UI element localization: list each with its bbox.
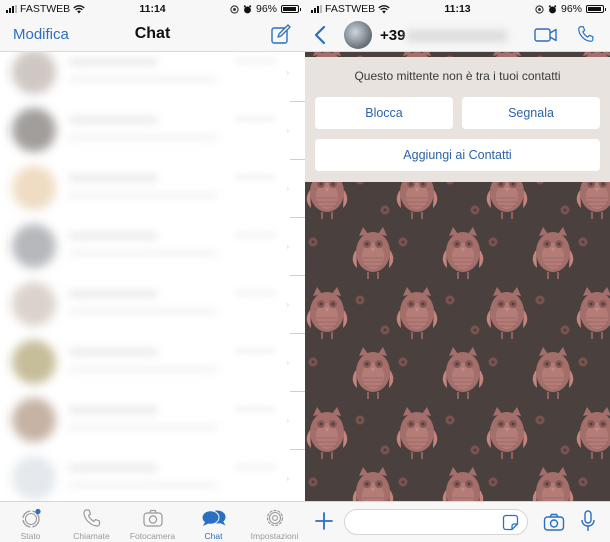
settings-gear-icon — [266, 509, 283, 527]
chat-list-screen: FASTWEB 11:14 96% Modifica Chat › › › › › › › ›… — [0, 0, 305, 542]
chevron-right-icon: › — [286, 242, 289, 251]
redacted-number — [407, 30, 507, 42]
chat-preview-redacted — [68, 192, 218, 199]
chat-list-item[interactable]: › — [0, 218, 305, 276]
chat-time-redacted — [235, 58, 275, 64]
avatar — [12, 340, 56, 384]
status-icon — [21, 508, 41, 528]
camera-icon[interactable] — [543, 512, 565, 532]
add-to-contacts-button[interactable]: Aggiungi ai Contatti — [315, 139, 600, 171]
tab-impostazioni[interactable]: Impostazioni — [244, 502, 305, 542]
chat-list-item[interactable]: › — [0, 392, 305, 450]
avatar — [12, 108, 56, 152]
chat-time-redacted — [235, 290, 275, 296]
chat-time-redacted — [235, 174, 275, 180]
chat-name-redacted — [68, 116, 158, 124]
chat-bubbles-icon — [201, 510, 225, 526]
battery-icon — [281, 5, 301, 13]
chat-preview-redacted — [68, 134, 218, 141]
chat-preview-redacted — [68, 482, 218, 489]
video-call-icon[interactable] — [534, 26, 558, 44]
conversation-header: +39 — [305, 18, 610, 52]
battery-icon — [586, 5, 606, 13]
chevron-right-icon: › — [286, 300, 289, 309]
chat-time-redacted — [235, 348, 275, 354]
chevron-right-icon: › — [286, 184, 289, 193]
chevron-right-icon: › — [286, 126, 289, 135]
status-bar: FASTWEB 11:13 96% — [305, 0, 610, 18]
chevron-right-icon: › — [286, 358, 289, 367]
conversation-screen: FASTWEB 11:13 96% +39 Questo mittente no… — [305, 0, 610, 542]
chat-time-redacted — [235, 116, 275, 122]
tab-label: Impostazioni — [250, 531, 299, 541]
message-input-container — [344, 509, 528, 535]
message-input[interactable] — [355, 510, 505, 534]
sticker-icon[interactable] — [502, 514, 519, 531]
status-bar: FASTWEB 11:14 96% — [0, 0, 305, 18]
chat-list-item[interactable]: › — [0, 334, 305, 392]
chat-name-redacted — [68, 232, 158, 240]
message-composer — [305, 501, 610, 542]
chat-list-item[interactable]: › — [0, 160, 305, 218]
battery-percent: 96% — [255, 3, 277, 15]
chat-preview-redacted — [68, 308, 218, 315]
orientation-lock-icon — [535, 4, 544, 14]
chat-list-item[interactable]: › — [0, 102, 305, 160]
tab-label: Stato — [20, 531, 41, 541]
edit-button[interactable]: Modifica — [13, 26, 69, 43]
chat-name-redacted — [68, 406, 158, 414]
chat-list: › › › › › › › › — [0, 52, 305, 501]
chat-name-redacted — [68, 348, 158, 356]
avatar — [12, 282, 56, 326]
chat-time-redacted — [235, 406, 275, 412]
back-chevron-icon[interactable] — [313, 24, 327, 46]
navigation-bar: Modifica Chat — [0, 18, 305, 52]
alarm-icon — [548, 4, 557, 13]
chevron-right-icon: › — [286, 68, 289, 77]
tab-fotocamera[interactable]: Fotocamera — [122, 502, 183, 542]
chat-time-redacted — [235, 232, 275, 238]
unknown-sender-banner: Questo mittente non è tra i tuoi contatt… — [305, 57, 610, 182]
chat-name-redacted — [68, 174, 158, 182]
chat-preview-redacted — [68, 424, 218, 431]
chat-list-item[interactable]: › — [0, 52, 305, 102]
chevron-right-icon: › — [286, 474, 289, 483]
chat-preview-redacted — [68, 76, 218, 83]
avatar — [12, 166, 56, 210]
chat-time-redacted — [235, 464, 275, 470]
phone-icon[interactable] — [576, 24, 596, 44]
chat-preview-redacted — [68, 366, 218, 373]
microphone-icon[interactable] — [580, 510, 596, 532]
tab-label: Chat — [204, 531, 223, 541]
tab-label: Chiamate — [73, 531, 110, 541]
report-button[interactable]: Segnala — [462, 97, 600, 129]
avatar — [12, 52, 56, 94]
chat-name-redacted — [68, 290, 158, 298]
contact-avatar[interactable] — [344, 21, 372, 49]
alarm-icon — [243, 4, 252, 13]
camera-icon — [142, 509, 163, 527]
chat-preview-redacted — [68, 250, 218, 257]
avatar — [12, 456, 56, 500]
chevron-right-icon: › — [286, 416, 289, 425]
block-button[interactable]: Blocca — [315, 97, 453, 129]
phone-icon — [82, 509, 100, 527]
chat-list-item[interactable]: › — [0, 450, 305, 501]
avatar — [12, 224, 56, 268]
chat-name-redacted — [68, 58, 158, 66]
tab-stato[interactable]: Stato — [0, 502, 61, 542]
chat-list-item[interactable]: › — [0, 276, 305, 334]
chat-name-redacted — [68, 464, 158, 472]
banner-message: Questo mittente non è tra i tuoi contatt… — [354, 69, 561, 83]
orientation-lock-icon — [230, 4, 239, 14]
contact-name[interactable]: +39 — [380, 27, 405, 44]
tab-bar: Stato Chiamate Fotocamera Chat Impostazi… — [0, 501, 305, 542]
tab-chiamate[interactable]: Chiamate — [61, 502, 122, 542]
compose-icon[interactable] — [270, 23, 292, 45]
battery-percent: 96% — [560, 3, 582, 15]
plus-icon[interactable] — [314, 511, 334, 531]
avatar — [12, 398, 56, 442]
tab-label: Fotocamera — [129, 531, 176, 541]
tab-chat[interactable]: Chat — [183, 502, 244, 542]
